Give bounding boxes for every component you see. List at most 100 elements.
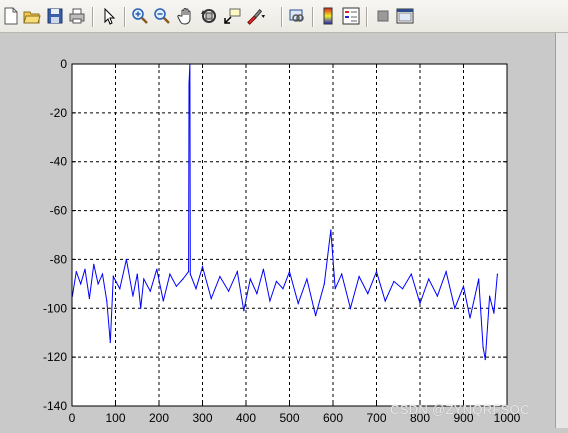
data-point xyxy=(489,295,491,297)
data-point xyxy=(419,302,421,304)
data-point xyxy=(315,315,317,317)
zoom-in-icon[interactable] xyxy=(130,6,150,26)
data-point xyxy=(210,297,212,300)
data-point xyxy=(484,358,486,361)
data-point xyxy=(109,341,111,344)
data-point xyxy=(149,290,151,292)
edit-plot-arrow-icon[interactable] xyxy=(99,6,119,26)
data-point xyxy=(195,288,197,290)
data-point xyxy=(143,278,145,280)
data-point xyxy=(275,280,278,283)
data-point xyxy=(97,283,99,285)
data-point xyxy=(410,273,412,275)
data-point xyxy=(125,258,127,261)
save-icon[interactable] xyxy=(45,6,65,26)
y-tick-label: -40 xyxy=(50,155,68,169)
colorbar-icon[interactable] xyxy=(318,6,338,26)
y-tick-label: -120 xyxy=(43,350,67,364)
figure-toolbar xyxy=(0,0,568,33)
figure-canvas: 0 100 200 300 400 500 600 700 800 900 1000 0 -20 -40-… xyxy=(0,33,555,428)
data-point xyxy=(106,300,108,302)
data-point xyxy=(428,278,430,280)
data-point xyxy=(112,275,114,278)
data-point xyxy=(88,297,90,300)
data-point xyxy=(282,288,284,290)
data-point xyxy=(262,268,264,270)
data-point xyxy=(496,273,499,275)
brush-icon[interactable] xyxy=(246,6,266,26)
data-point xyxy=(445,271,447,273)
link-plot-icon[interactable] xyxy=(287,6,307,26)
x-tick-label: 100 xyxy=(105,411,125,425)
data-point xyxy=(201,266,204,268)
data-point xyxy=(349,307,351,309)
hide-plot-tools-icon[interactable] xyxy=(373,6,393,26)
data-point xyxy=(93,263,95,265)
data-point xyxy=(375,271,378,273)
data-point xyxy=(236,271,238,273)
data-point xyxy=(101,273,104,275)
data-point xyxy=(436,295,438,297)
y-tick-label: -100 xyxy=(43,301,67,315)
y-tick-label: -20 xyxy=(50,106,68,120)
x-tick-label: 700 xyxy=(366,411,386,425)
legend-icon[interactable] xyxy=(341,6,361,26)
x-tick-label: 200 xyxy=(149,411,169,425)
data-point xyxy=(269,300,271,302)
x-tick-label: 500 xyxy=(279,411,299,425)
data-point xyxy=(367,293,369,295)
data-point xyxy=(482,346,484,348)
data-point xyxy=(140,307,142,309)
data-point xyxy=(228,290,230,292)
x-tick-label: 600 xyxy=(323,411,343,425)
show-plot-tools-icon[interactable] xyxy=(395,6,415,26)
data-point xyxy=(156,268,158,270)
spectrum-plot: 0 100 200 300 400 500 600 700 800 900 10000-20-40-… xyxy=(43,57,521,425)
data-point xyxy=(334,288,336,290)
rotate-3d-icon[interactable] xyxy=(199,6,219,26)
data-point xyxy=(288,271,291,273)
data-point xyxy=(182,278,184,280)
data-point xyxy=(493,312,495,314)
x-tick-label: 300 xyxy=(192,411,212,425)
watermark: CSDN @ZYNQRFSOC xyxy=(390,402,530,417)
y-tick-label: -140 xyxy=(43,399,67,413)
x-tick-label: 400 xyxy=(236,411,256,425)
data-point xyxy=(80,283,82,285)
data-point xyxy=(256,293,258,295)
data-point xyxy=(473,297,475,300)
data-point xyxy=(297,302,299,304)
data-point xyxy=(188,82,190,85)
y-tick-label: -80 xyxy=(50,252,68,266)
data-point xyxy=(462,285,465,287)
data-point xyxy=(189,273,191,275)
data-point xyxy=(249,278,251,280)
window-right-edge xyxy=(555,33,568,428)
data-point xyxy=(469,317,471,319)
data-point xyxy=(75,271,77,273)
data-point xyxy=(323,283,325,285)
pan-hand-icon[interactable] xyxy=(176,6,196,26)
data-point xyxy=(384,300,386,302)
data-cursor-icon[interactable] xyxy=(222,6,242,26)
zoom-out-icon[interactable] xyxy=(152,6,172,26)
data-point xyxy=(393,280,395,283)
data-point xyxy=(84,268,86,270)
data-point xyxy=(341,273,343,275)
print-icon[interactable] xyxy=(67,6,87,26)
y-tick-label: 0 xyxy=(60,57,67,71)
x-tick-label: 0 xyxy=(69,411,76,425)
data-point xyxy=(243,310,245,312)
data-point xyxy=(306,278,308,280)
data-point xyxy=(330,229,332,231)
y-tick-label: -60 xyxy=(50,204,68,218)
data-point xyxy=(162,300,164,302)
data-point xyxy=(402,288,404,290)
data-point xyxy=(358,275,360,278)
new-figure-icon[interactable] xyxy=(1,6,21,26)
data-point xyxy=(219,275,221,278)
data-point xyxy=(454,307,456,309)
data-point xyxy=(169,273,171,275)
data-point xyxy=(478,278,480,280)
open-file-icon[interactable] xyxy=(22,6,42,26)
